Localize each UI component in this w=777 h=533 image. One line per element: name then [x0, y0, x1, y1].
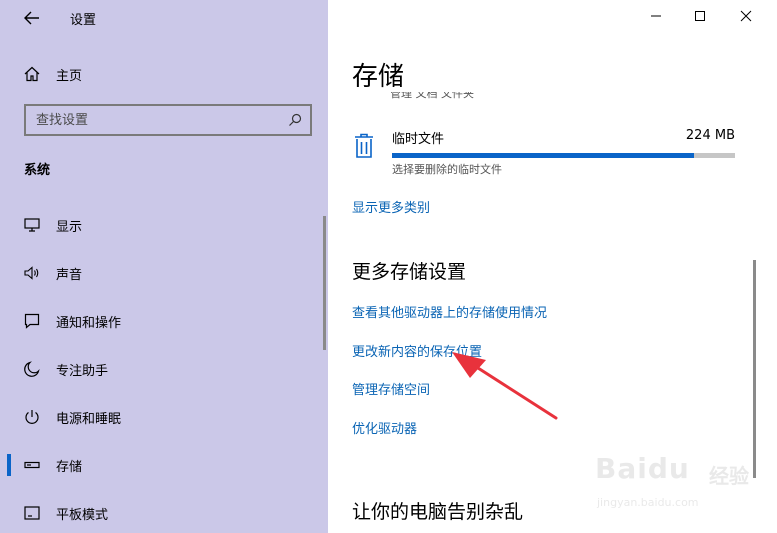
close-icon — [740, 10, 752, 22]
watermark-logo: Baidu — [595, 452, 690, 485]
watermark: Baidu 经验 jingyan.baidu.com — [595, 448, 765, 528]
close-button[interactable] — [722, 0, 770, 32]
content-scrollbar[interactable] — [753, 260, 756, 478]
sidebar-scrollbar[interactable] — [323, 216, 326, 350]
sidebar-item-label: 声音 — [56, 267, 83, 283]
sidebar: 设置 主页 系统 显示 声音 通知和操作 — [0, 0, 328, 533]
minimize-button[interactable] — [632, 0, 680, 32]
sidebar-item-sound[interactable]: 声音 — [0, 253, 322, 293]
page-title: 存储 — [352, 62, 405, 92]
back-arrow-icon — [24, 11, 39, 25]
sidebar-item-display[interactable]: 显示 — [0, 205, 322, 245]
moon-icon — [24, 361, 40, 377]
view-other-drives-link[interactable]: 查看其他驱动器上的存储使用情况 — [352, 302, 547, 321]
sidebar-item-home[interactable]: 主页 — [0, 54, 322, 94]
sidebar-item-label: 平板模式 — [56, 507, 109, 523]
speaker-icon — [24, 266, 39, 280]
notification-icon — [24, 313, 40, 329]
maximize-button[interactable] — [676, 0, 724, 32]
home-icon — [24, 66, 40, 82]
watermark-url: jingyan.baidu.com — [597, 496, 699, 509]
annotation-arrow-icon — [452, 352, 558, 420]
search-box[interactable] — [24, 104, 312, 136]
monitor-icon — [24, 218, 40, 232]
sidebar-item-notifications[interactable]: 通知和操作 — [0, 301, 322, 341]
minimize-icon — [651, 15, 661, 17]
sidebar-item-label: 存储 — [56, 459, 83, 475]
watermark-sub: 经验 — [709, 464, 749, 488]
sidebar-item-focus-assist[interactable]: 专注助手 — [0, 349, 322, 389]
sidebar-item-storage[interactable]: 存储 — [0, 445, 322, 485]
search-icon[interactable] — [288, 113, 302, 127]
sidebar-item-power[interactable]: 电源和睡眠 — [0, 397, 322, 437]
storage-icon — [24, 461, 40, 469]
back-button[interactable] — [18, 5, 46, 31]
section-title: 系统 — [24, 163, 51, 178]
clipped-category-text: 管理 文档 文件夹 — [390, 92, 474, 100]
selection-indicator — [7, 454, 11, 476]
sidebar-item-label: 专注助手 — [56, 363, 109, 379]
usage-bar-fill — [392, 153, 694, 158]
sidebar-item-label: 通知和操作 — [56, 315, 122, 331]
tablet-icon — [24, 506, 40, 520]
sidebar-item-label: 显示 — [56, 219, 83, 235]
clutter-heading: 让你的电脑告别杂乱 — [352, 501, 524, 523]
optimize-drives-link[interactable]: 优化驱动器 — [352, 418, 417, 437]
sidebar-item-label: 主页 — [56, 68, 83, 84]
temp-files-size: 224 MB — [685, 128, 735, 143]
trash-icon — [355, 133, 373, 158]
search-input[interactable] — [36, 110, 276, 130]
manage-storage-spaces-link[interactable]: 管理存储空间 — [352, 379, 430, 398]
sidebar-item-tablet-mode[interactable]: 平板模式 — [0, 493, 322, 533]
temp-files-description: 选择要删除的临时文件 — [392, 163, 502, 176]
more-storage-settings-heading: 更多存储设置 — [352, 261, 467, 283]
temp-files-title[interactable]: 临时文件 — [392, 128, 444, 147]
power-icon — [25, 410, 39, 424]
show-more-categories-link[interactable]: 显示更多类别 — [352, 197, 430, 216]
sidebar-item-label: 电源和睡眠 — [56, 411, 122, 427]
maximize-icon — [695, 11, 705, 21]
temp-files-usage-bar — [392, 153, 735, 158]
app-title: 设置 — [70, 13, 97, 28]
